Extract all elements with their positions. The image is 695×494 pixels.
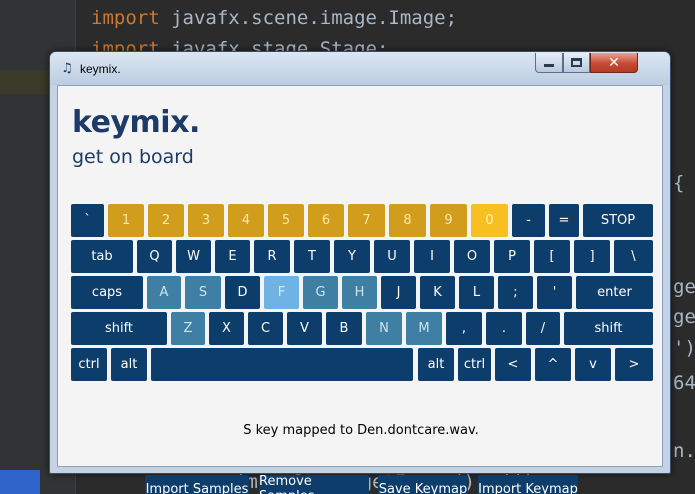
ide-code-line: import javafx.scene.image.Image; bbox=[91, 7, 457, 29]
key-backslash[interactable]: \ bbox=[614, 240, 653, 273]
key-p[interactable]: P bbox=[494, 240, 530, 273]
key-alt-right[interactable]: alt bbox=[418, 348, 454, 381]
save-keymap-button[interactable]: Save Keymap bbox=[378, 475, 468, 494]
ide-code-fragment: ge bbox=[673, 306, 695, 328]
ide-code-fragment: ge bbox=[673, 276, 695, 298]
key-2[interactable]: 2 bbox=[148, 204, 184, 237]
key-k[interactable]: K bbox=[420, 276, 455, 309]
key-arrow-left[interactable]: < bbox=[495, 348, 531, 381]
close-icon: ✕ bbox=[608, 54, 620, 71]
key-backtick[interactable]: ` bbox=[71, 204, 104, 237]
virtual-keyboard: ` 1 2 3 4 5 6 7 8 9 0 - = STOP tab Q W E bbox=[71, 204, 653, 382]
key-arrow-right[interactable]: > bbox=[615, 348, 653, 381]
action-bar: Import Samples Remove Samples Save Keyma… bbox=[58, 474, 664, 494]
code-keyword: import bbox=[91, 7, 160, 29]
key-u[interactable]: U bbox=[374, 240, 410, 273]
keyboard-row-qwerty: tab Q W E R T Y U I O P [ ] \ bbox=[71, 240, 653, 273]
key-quote[interactable]: ' bbox=[537, 276, 572, 309]
key-a[interactable]: A bbox=[147, 276, 181, 309]
ide-code-fragment: 64 bbox=[673, 372, 695, 394]
ide-code-fragment: { bbox=[673, 172, 685, 194]
keyboard-row-bottom: shift Z X C V B N M , . / shift bbox=[71, 312, 653, 345]
key-n[interactable]: N bbox=[366, 312, 402, 345]
key-m[interactable]: M bbox=[406, 312, 442, 345]
minimize-icon bbox=[544, 64, 554, 67]
key-0[interactable]: 0 bbox=[471, 204, 508, 237]
key-stop[interactable]: STOP bbox=[583, 204, 653, 237]
key-equals[interactable]: = bbox=[549, 204, 579, 237]
key-right-bracket[interactable]: ] bbox=[574, 240, 610, 273]
remove-samples-button[interactable]: Remove Samples bbox=[259, 474, 369, 494]
ide-code-fragment: ') bbox=[673, 337, 695, 359]
key-left-bracket[interactable]: [ bbox=[534, 240, 570, 273]
key-tab[interactable]: tab bbox=[71, 240, 133, 273]
key-period[interactable]: . bbox=[486, 312, 522, 345]
key-j[interactable]: J bbox=[381, 276, 416, 309]
key-caps[interactable]: caps bbox=[71, 276, 143, 309]
status-message: S key mapped to Den.dontcare.wav. bbox=[243, 423, 479, 438]
key-arrow-up[interactable]: ^ bbox=[535, 348, 571, 381]
key-h[interactable]: H bbox=[342, 276, 377, 309]
minimize-button[interactable] bbox=[535, 53, 563, 73]
key-minus[interactable]: - bbox=[512, 204, 545, 237]
key-alt-left[interactable]: alt bbox=[111, 348, 147, 381]
key-semicolon[interactable]: ; bbox=[498, 276, 533, 309]
key-e[interactable]: E bbox=[215, 240, 250, 273]
ide-bottom-strip bbox=[0, 470, 40, 494]
key-w[interactable]: W bbox=[176, 240, 211, 273]
key-i[interactable]: I bbox=[414, 240, 450, 273]
key-r[interactable]: R bbox=[254, 240, 290, 273]
key-y[interactable]: Y bbox=[334, 240, 370, 273]
key-f[interactable]: F bbox=[264, 276, 299, 309]
key-o[interactable]: O bbox=[454, 240, 490, 273]
key-7[interactable]: 7 bbox=[348, 204, 385, 237]
key-g[interactable]: G bbox=[303, 276, 338, 309]
key-ctrl-right[interactable]: ctrl bbox=[458, 348, 491, 381]
window-titlebar[interactable]: ♫ keymix. ✕ bbox=[50, 52, 670, 85]
maximize-button[interactable] bbox=[563, 53, 590, 73]
import-samples-button[interactable]: Import Samples bbox=[145, 475, 249, 494]
key-9[interactable]: 9 bbox=[430, 204, 467, 237]
key-3[interactable]: 3 bbox=[188, 204, 224, 237]
key-comma[interactable]: , bbox=[446, 312, 482, 345]
keyboard-row-number: ` 1 2 3 4 5 6 7 8 9 0 - = STOP bbox=[71, 204, 653, 237]
window-title: keymix. bbox=[80, 62, 121, 76]
keymix-app-icon: ♫ bbox=[61, 61, 73, 76]
window-content: keymix. get on board ` 1 2 3 4 5 6 7 8 9… bbox=[57, 85, 663, 494]
keyboard-row-home: caps A S D F G H J K L ; ' enter bbox=[71, 276, 653, 309]
key-x[interactable]: X bbox=[209, 312, 244, 345]
key-enter[interactable]: enter bbox=[576, 276, 653, 309]
close-button[interactable]: ✕ bbox=[590, 53, 638, 73]
key-arrow-down[interactable]: v bbox=[575, 348, 611, 381]
key-d[interactable]: D bbox=[225, 276, 260, 309]
key-5[interactable]: 5 bbox=[268, 204, 304, 237]
key-s[interactable]: S bbox=[185, 276, 221, 309]
app-subtitle: get on board bbox=[72, 146, 194, 168]
key-6[interactable]: 6 bbox=[308, 204, 344, 237]
key-z[interactable]: Z bbox=[171, 312, 205, 345]
code-text: javafx.scene.image.Image; bbox=[159, 7, 458, 29]
key-1[interactable]: 1 bbox=[108, 204, 144, 237]
key-b[interactable]: B bbox=[326, 312, 362, 345]
ide-code-fragment: n. bbox=[673, 440, 695, 462]
keymix-window: ♫ keymix. ✕ keymix. get on board ` 1 2 3… bbox=[49, 51, 671, 494]
maximize-icon bbox=[571, 58, 582, 67]
key-slash[interactable]: / bbox=[526, 312, 560, 345]
key-v[interactable]: V bbox=[287, 312, 322, 345]
key-t[interactable]: T bbox=[294, 240, 330, 273]
key-l[interactable]: L bbox=[459, 276, 494, 309]
key-4[interactable]: 4 bbox=[228, 204, 264, 237]
key-c[interactable]: C bbox=[248, 312, 283, 345]
key-ctrl-left[interactable]: ctrl bbox=[71, 348, 107, 381]
import-keymap-button[interactable]: Import Keymap bbox=[478, 475, 578, 494]
key-q[interactable]: Q bbox=[137, 240, 172, 273]
key-shift-left[interactable]: shift bbox=[71, 312, 167, 345]
keyboard-row-modifiers: ctrl alt alt ctrl < ^ v > bbox=[71, 348, 653, 381]
key-8[interactable]: 8 bbox=[389, 204, 426, 237]
app-title: keymix. bbox=[72, 105, 200, 140]
key-space[interactable] bbox=[151, 348, 413, 381]
key-shift-right[interactable]: shift bbox=[564, 312, 653, 345]
